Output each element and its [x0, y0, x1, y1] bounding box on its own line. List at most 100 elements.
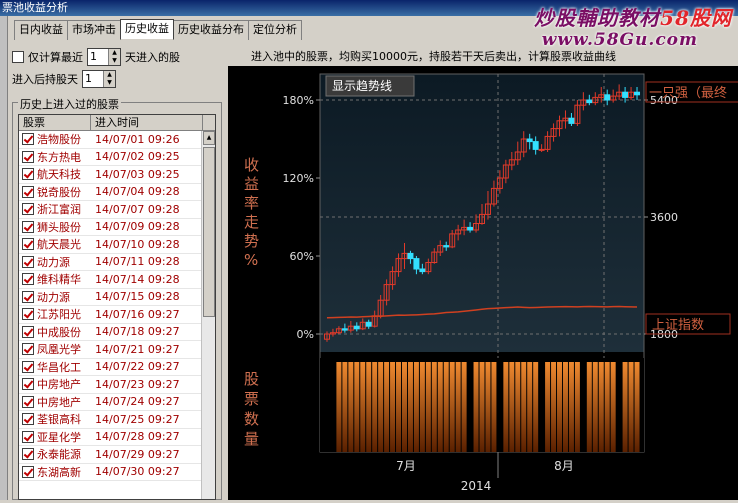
list-item[interactable]: 东方热电 14/07/02 09:25	[19, 149, 215, 166]
spinner-arrows-icon[interactable]: ▲ ▼	[103, 71, 115, 87]
list-item[interactable]: 江苏阳光 14/07/16 09:27	[19, 306, 215, 324]
column-stock[interactable]: 股票	[19, 115, 91, 130]
list-item[interactable]: 航天科技 14/07/03 09:25	[19, 166, 215, 184]
row-checkbox[interactable]	[22, 430, 34, 443]
x-tick-label: 7月	[396, 459, 416, 473]
list-item[interactable]: 永泰能源 14/07/29 09:27	[19, 446, 215, 464]
column-entry-time[interactable]: 进入时间	[91, 115, 203, 130]
tab-history-return[interactable]: 历史收益	[120, 19, 174, 39]
stock-count-bar	[407, 362, 413, 452]
watermark-brand-main: 炒股輔助教材	[534, 6, 661, 30]
stock-name: 中房地产	[37, 378, 81, 392]
row-checkbox[interactable]	[22, 220, 34, 233]
stock-name: 凤凰光学	[37, 343, 81, 357]
explanation-note: 进入池中的股票，均购买10000元，持股若干天后卖出，计算股票收益曲线	[251, 50, 616, 63]
tab-position-analysis[interactable]: 定位分析	[248, 20, 302, 40]
row-checkbox[interactable]	[22, 290, 34, 303]
list-item[interactable]: 东湖高新 14/07/30 09:27	[19, 464, 215, 481]
row-checkbox[interactable]	[22, 203, 34, 216]
left-axis-tick-label: 0%	[297, 328, 314, 341]
tab-intraday[interactable]: 日内收益	[14, 20, 68, 40]
entry-time: 14/07/21 09:27	[95, 342, 180, 356]
row-checkbox[interactable]	[22, 378, 34, 391]
stock-count-bar	[449, 362, 455, 452]
hold-days-spinner[interactable]: 1 ▲ ▼	[82, 70, 116, 88]
entry-time: 14/07/01 09:26	[95, 132, 180, 146]
scroll-thumb[interactable]	[203, 147, 215, 317]
list-item[interactable]: 中房地产 14/07/24 09:27	[19, 394, 215, 411]
spinner-arrows-icon[interactable]: ▲ ▼	[108, 49, 120, 65]
list-item[interactable]: 狮头股份 14/07/09 09:28	[19, 219, 215, 236]
list-item[interactable]: 浙江富润 14/07/07 09:28	[19, 201, 215, 219]
list-rows: 浩物股份 14/07/01 09:26 东方热电 14/07/02 09:25 航天科技…	[19, 131, 215, 481]
candle-body	[634, 91, 641, 96]
stock-count-title-char: 股	[244, 370, 259, 388]
stock-name: 东方热电	[37, 150, 81, 164]
stock-count-bar	[413, 362, 419, 452]
stock-count-bar	[503, 362, 509, 452]
hold-days-option: 进入后持股天 1 ▲ ▼	[12, 70, 120, 88]
list-item[interactable]: 中房地产 14/07/23 09:27	[19, 376, 215, 394]
left-dock-edge	[0, 16, 8, 500]
row-checkbox[interactable]	[22, 360, 34, 373]
list-item[interactable]: 维科精华 14/07/14 09:28	[19, 271, 215, 289]
stock-history-list: 股票 进入时间 浩物股份 14/07/01 09:26 东方热电 14/07/02 0…	[18, 114, 216, 500]
tab-market-impact[interactable]: 市场冲击	[67, 20, 121, 40]
stock-count-bar	[533, 362, 539, 452]
index-label: 上证指数	[652, 318, 704, 333]
scroll-up-icon[interactable]: ▲	[203, 131, 215, 145]
list-item[interactable]: 凤凰光学 14/07/21 09:27	[19, 341, 215, 359]
list-item[interactable]: 动力源 14/07/11 09:28	[19, 254, 215, 271]
tab-history-distribution[interactable]: 历史收益分布	[173, 20, 249, 40]
list-item[interactable]: 中成股份 14/07/18 09:27	[19, 324, 215, 341]
stock-name: 浙江富润	[37, 203, 81, 217]
row-checkbox[interactable]	[22, 238, 34, 251]
stock-count-bar	[485, 362, 491, 452]
row-checkbox[interactable]	[22, 465, 34, 478]
stock-count-bar	[545, 362, 551, 452]
row-checkbox[interactable]	[22, 395, 34, 408]
row-checkbox[interactable]	[22, 150, 34, 163]
list-item[interactable]: 华昌化工 14/07/22 09:27	[19, 359, 215, 376]
row-checkbox[interactable]	[22, 133, 34, 146]
stock-name: 锐奇股份	[37, 185, 81, 199]
left-axis-title-char: 走	[244, 213, 259, 231]
entry-time: 14/07/29 09:27	[95, 447, 180, 461]
row-checkbox[interactable]	[22, 168, 34, 181]
recent-days-spinner[interactable]: 1 ▲ ▼	[87, 48, 121, 66]
stock-count-bar	[491, 362, 497, 452]
list-item[interactable]: 荃银高科 14/07/25 09:27	[19, 411, 215, 429]
row-checkbox[interactable]	[22, 308, 34, 321]
candle-body	[526, 138, 533, 143]
row-checkbox[interactable]	[22, 413, 34, 426]
list-item[interactable]: 动力源 14/07/15 09:28	[19, 289, 215, 306]
only-recent-checkbox[interactable]	[12, 51, 24, 63]
stock-count-bar	[360, 362, 366, 452]
stock-count-bar	[610, 362, 616, 452]
stock-count-bar	[401, 362, 407, 452]
row-checkbox[interactable]	[22, 343, 34, 356]
list-item[interactable]: 浩物股份 14/07/01 09:26	[19, 131, 215, 149]
stock-count-bar	[396, 362, 402, 452]
stock-count-bar	[551, 362, 557, 452]
candle-body	[443, 245, 450, 248]
stock-count-bar	[372, 362, 378, 452]
entry-time: 14/07/24 09:27	[95, 395, 180, 409]
row-checkbox[interactable]	[22, 255, 34, 268]
stock-name: 中成股份	[37, 325, 81, 339]
row-checkbox[interactable]	[22, 325, 34, 338]
watermark-brand-red: 58股网	[660, 6, 732, 30]
chart-canvas: 0%60%120%180%180036005400显示趋势线 一只强（最终上证指数…	[244, 73, 738, 493]
candle-body	[365, 321, 372, 327]
window-title-text: 票池收益分析	[2, 1, 68, 14]
hold-days-label: 进入后持股天	[12, 73, 78, 86]
list-scrollbar[interactable]: ▲	[201, 131, 215, 499]
list-item[interactable]: 航天晨光 14/07/10 09:28	[19, 236, 215, 254]
row-checkbox[interactable]	[22, 273, 34, 286]
entry-time: 14/07/03 09:25	[95, 167, 180, 181]
list-item[interactable]: 锐奇股份 14/07/04 09:28	[19, 184, 215, 201]
candle-body	[532, 141, 539, 150]
row-checkbox[interactable]	[22, 448, 34, 461]
list-item[interactable]: 亚星化学 14/07/28 09:27	[19, 429, 215, 446]
row-checkbox[interactable]	[22, 185, 34, 198]
